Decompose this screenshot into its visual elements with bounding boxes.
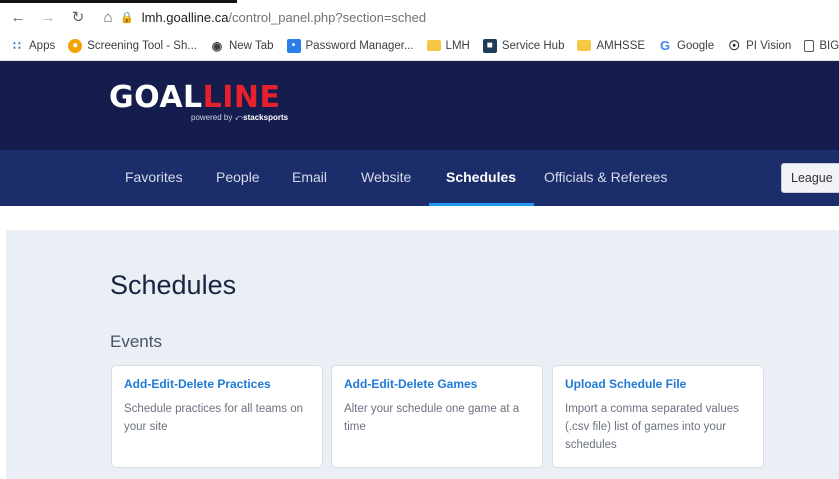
bookmark-pi-vision[interactable]: ☉ PI Vision (727, 37, 792, 53)
bookmark-apps[interactable]: ∷ Apps (10, 39, 55, 53)
globe-icon: ◉ (211, 38, 223, 53)
bookmarks-bar: ∷ Apps ● Screening Tool - Sh... ◉ New Tab •… (0, 31, 839, 61)
card-description: Schedule practices for all teams on your… (124, 403, 303, 433)
bookmark-label: New Tab (228, 39, 274, 52)
logo-powered-by: powered by ⤺stacksports (191, 113, 288, 123)
bookmark-label: Service Hub (501, 39, 565, 52)
nav-people[interactable]: People (216, 150, 260, 206)
nav-website[interactable]: Website (361, 150, 411, 206)
bookmark-lmh[interactable]: LMH (426, 39, 470, 52)
back-arrow-icon[interactable]: ← (7, 6, 29, 28)
bookmark-google[interactable]: G Google (658, 38, 715, 53)
apps-grid-icon: ∷ (13, 38, 21, 53)
card-title[interactable]: Add-Edit-Delete Games (344, 377, 530, 391)
card-title[interactable]: Upload Schedule File (565, 377, 751, 391)
logo-main-text: GOAL (109, 80, 203, 115)
bookmark-label: AMHSSE (596, 39, 646, 52)
folder-icon (577, 40, 592, 51)
document-icon (804, 39, 815, 52)
bookmark-label: Screening Tool - Sh... (87, 39, 197, 52)
lock-icon: 🔒 (120, 11, 134, 24)
google-icon: G (659, 38, 671, 53)
bookmark-label: Apps (29, 39, 56, 52)
main-nav: Favorites People Email Website Schedules… (0, 150, 839, 206)
bookmark-new-tab[interactable]: ◉ New Tab (210, 39, 274, 53)
nav-officials-referees[interactable]: Officials & Referees (544, 150, 667, 206)
card-description: Alter your schedule one game at a time (344, 403, 520, 433)
bookmark-screening-tool[interactable]: ● Screening Tool - Sh... (68, 38, 197, 53)
card-games[interactable]: Add-Edit-Delete Games Alter your schedul… (331, 365, 543, 468)
logo-powered-text: powered by (191, 113, 233, 122)
reload-icon[interactable]: ↻ (67, 6, 89, 28)
league-button[interactable]: League (781, 163, 839, 193)
section-title-events: Events (110, 332, 162, 351)
pi-vision-icon: ☉ (728, 37, 740, 53)
bookmark-label: PI Vision (746, 39, 792, 52)
bookmark-label: Google (677, 39, 715, 52)
nav-favorites[interactable]: Favorites (125, 150, 183, 206)
folder-icon (426, 40, 441, 51)
bookmark-label: Password Manager... (305, 39, 414, 52)
nav-email[interactable]: Email (292, 150, 327, 206)
logo-brand-text: stacksports (243, 113, 289, 122)
bookmark-amhsse[interactable]: AMHSSE (577, 40, 645, 52)
card-description: Import a comma separated values (.csv fi… (565, 403, 739, 451)
stacksports-mark-icon: ⤺ (234, 113, 244, 122)
logo-wordmark: GOALLINE (109, 83, 281, 113)
page-title: Schedules (110, 270, 237, 300)
bookmark-big-ip[interactable]: BIG-IP log (804, 39, 839, 52)
url-host: lmh.goalline.ca (141, 9, 229, 25)
forward-arrow-icon[interactable]: → (37, 6, 59, 28)
home-icon[interactable]: ⌂ (97, 6, 119, 28)
bookmark-service-hub[interactable]: ■ Service Hub (482, 38, 565, 53)
url-path: /control_panel.php?section=sched (228, 9, 427, 25)
card-title[interactable]: Add-Edit-Delete Practices (124, 377, 310, 391)
logo-accent-text: LINE (202, 80, 281, 115)
card-upload-schedule[interactable]: Upload Schedule File Import a comma sepa… (552, 365, 764, 468)
bookmark-password-manager[interactable]: • Password Manager... (286, 38, 414, 53)
goalline-logo[interactable]: GOALLINE powered by ⤺stacksports (109, 83, 288, 123)
bookmark-label: LMH (445, 39, 470, 52)
password-manager-icon: • (286, 38, 301, 53)
bookmark-label: BIG-IP log (819, 39, 839, 52)
url-field[interactable]: 🔒 lmh.goalline.ca/control_panel.php?sect… (120, 6, 426, 28)
card-practices[interactable]: Add-Edit-Delete Practices Schedule pract… (111, 365, 323, 468)
screening-tool-icon: ● (68, 38, 83, 53)
browser-toolbar: ← → ↻ ⌂ 🔒 lmh.goalline.ca/control_panel.… (0, 3, 839, 31)
service-hub-icon: ■ (482, 38, 497, 53)
content-panel: Schedules Events Add-Edit-Delete Practic… (6, 230, 839, 479)
site-header: GOALLINE powered by ⤺stacksports (0, 61, 839, 150)
nav-schedules[interactable]: Schedules (428, 150, 535, 206)
